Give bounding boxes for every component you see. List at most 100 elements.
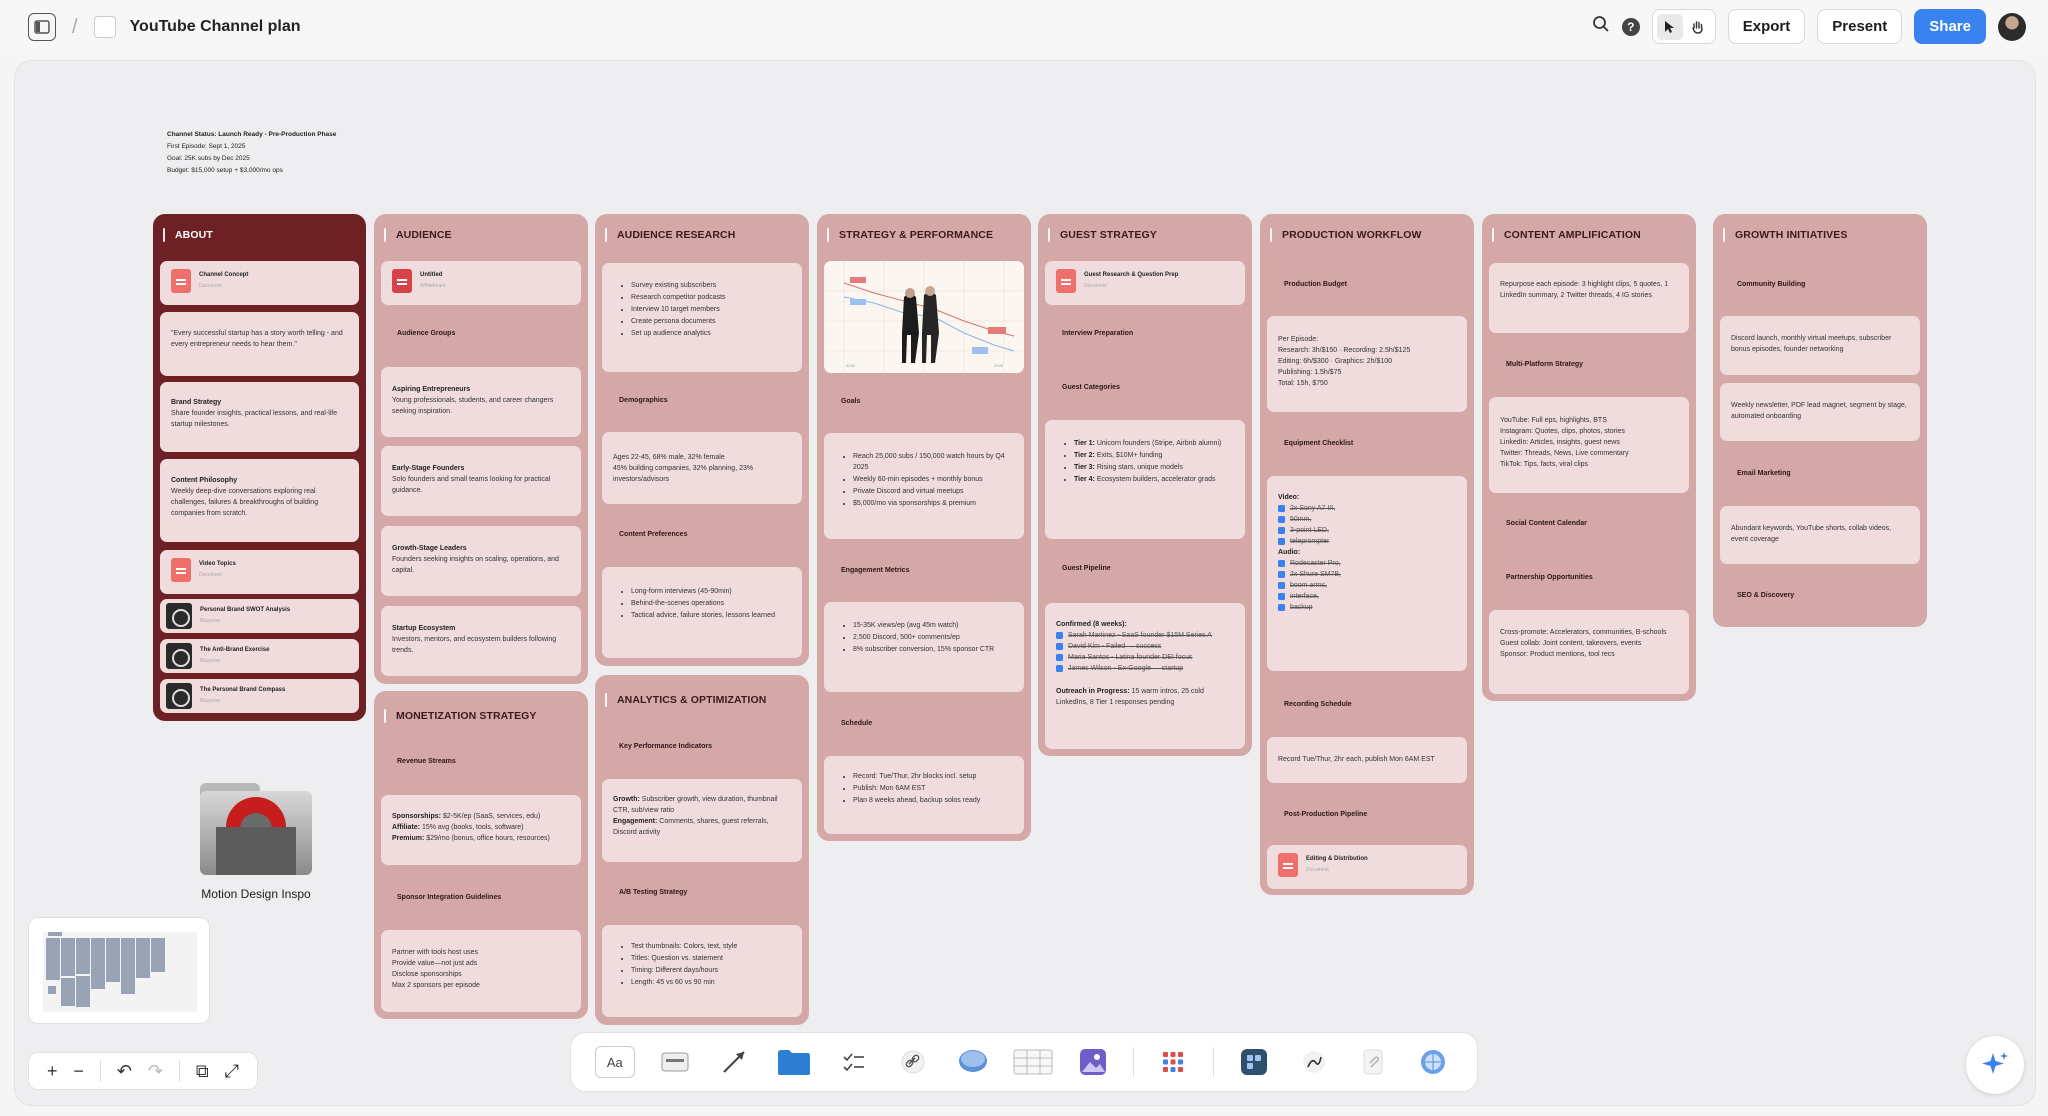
share-button[interactable]: Share [1914,9,1986,44]
checklist-item[interactable]: David Kim - Failed → success [1056,641,1234,652]
video-topics-doc[interactable]: Video Topics Document [160,550,359,594]
research-tasks-card[interactable]: Survey existing subscribers Research com… [602,263,802,372]
repurpose-card[interactable]: Repurpose each episode: 3 highlight clip… [1489,263,1689,333]
checklist-item[interactable]: boom arms, [1278,580,1456,591]
table-tool-icon[interactable] [1013,1046,1053,1078]
checkbox-checked[interactable] [1278,571,1285,578]
engagement-card[interactable]: 15-35K views/ep (avg 45m watch) 2,500 Di… [824,602,1024,692]
checklist-item[interactable]: Sarah Martinez - SaaS founder $15M Serie… [1056,630,1234,641]
image-tool-icon[interactable] [1073,1046,1113,1078]
checklist-item[interactable]: James Wilson - Ex-Google → startup [1056,663,1234,674]
audience-group-card[interactable]: Early-Stage Founders Solo founders and s… [381,446,581,516]
help-icon[interactable]: ? [1621,17,1640,36]
checklist-item[interactable]: 2x Sony A7 III, [1278,503,1456,514]
checkbox-checked[interactable] [1056,632,1063,639]
content-philosophy-card[interactable]: Content Philosophy Weekly deep-dive conv… [160,459,359,542]
community-card[interactable]: Discord launch, monthly virtual meetups,… [1720,316,1920,375]
multi-platform-card[interactable]: YouTube: Full eps, highlights, BTS Insta… [1489,397,1689,493]
untitled-whiteboard[interactable]: Untitled Whiteboard [381,261,581,305]
search-icon[interactable] [1592,15,1610,38]
blueprint-anti-brand[interactable]: The Anti-Brand Exercise Blueprint [160,639,359,673]
goals-card[interactable]: Reach 25,000 subs / 150,000 watch hours … [824,433,1024,539]
motion-design-folder[interactable] [200,783,312,875]
kpi-card[interactable]: Growth: Subscriber growth, view duration… [602,779,802,862]
budget-card[interactable]: Per Episode: Research: 3h/$150 · Recordi… [1267,316,1467,412]
widget-icon[interactable] [1234,1046,1274,1078]
comment-tool-icon[interactable] [953,1046,993,1078]
checkbox-checked[interactable] [1056,665,1063,672]
folder-tool-icon[interactable] [774,1046,814,1078]
brand-strategy-card[interactable]: Brand Strategy Share founder insights, p… [160,382,359,452]
checkbox-checked[interactable] [1278,538,1285,545]
channel-concept-doc[interactable]: Channel Concept Document [160,261,359,305]
list-item: Plan 8 weeks ahead, backup solos ready [853,795,1013,806]
checkbox-checked[interactable] [1278,516,1285,523]
fullscreen-icon[interactable]: ⤢ [225,1061,239,1082]
demographics-card[interactable]: Ages 22-45, 68% male, 32% female 45% bui… [602,432,802,504]
guest-categories-card[interactable]: Tier 1: Unicorn founders (Stripe, Airbnb… [1045,420,1245,539]
guest-pipeline-card[interactable]: Confirmed (8 weeks): Sarah Martinez - Sa… [1045,603,1245,749]
redo-icon[interactable]: ↷ [148,1061,163,1082]
ai-assistant-button[interactable] [1966,1036,2024,1094]
content-preferences-card[interactable]: Long-form interviews (45-90min) Behind-t… [602,567,802,658]
globe-tool-icon[interactable] [1413,1046,1453,1078]
checklist-item[interactable]: interface, [1278,591,1456,602]
checklist-tool-icon[interactable] [834,1046,874,1078]
strategy-image[interactable]: 2020 2025 [824,261,1024,373]
email-card[interactable]: Abundant keywords, YouTube shorts, colla… [1720,506,1920,564]
undo-icon[interactable]: ↶ [117,1061,132,1082]
link-tool-icon[interactable] [893,1046,933,1078]
audience-group-card[interactable]: Growth-Stage Leaders Founders seeking in… [381,526,581,596]
blueprint-swot[interactable]: Personal Brand SWOT Analysis Blueprint [160,599,359,633]
checklist-item[interactable]: backup [1278,602,1456,613]
zoom-out-icon[interactable]: − [73,1061,84,1082]
hand-icon[interactable] [1685,14,1711,40]
attachment-tool-icon[interactable] [1354,1046,1394,1078]
folder-label[interactable]: Motion Design Inspo [190,887,322,901]
minimap[interactable] [28,917,210,1024]
checklist-item[interactable]: 3-point LED, [1278,525,1456,536]
avatar[interactable] [1998,12,2026,41]
checklist-item[interactable]: 2x Shure SM7B, [1278,569,1456,580]
schedule-card[interactable]: Record: Tue/Thur, 2hr blocks incl. setup… [824,756,1024,834]
audience-group-card[interactable]: Startup Ecosystem Investors, mentors, an… [381,606,581,676]
checklist-item[interactable]: teleprompter [1278,536,1456,547]
checkbox-checked[interactable] [1056,643,1063,650]
text-tool-icon[interactable]: Aa [595,1046,635,1078]
card-tool-icon[interactable] [655,1046,695,1078]
arrow-tool-icon[interactable] [714,1046,754,1078]
partnership-card[interactable]: Cross-promote: Accelerators, communities… [1489,610,1689,694]
page-title[interactable]: YouTube Channel plan [130,18,301,36]
checkbox-checked[interactable] [1278,593,1285,600]
status-note[interactable]: Channel Status: Launch Ready - Pre-Produ… [167,129,336,177]
newsletter-card[interactable]: Weekly newsletter, PDF lead magnet, segm… [1720,383,1920,441]
checklist-item[interactable]: Rodecaster Pro, [1278,558,1456,569]
editing-distribution-doc[interactable]: Editing & Distribution Document [1267,845,1467,889]
quote-card[interactable]: "Every successful startup has a story wo… [160,312,359,376]
export-button[interactable]: Export [1727,9,1806,44]
checklist-item[interactable]: Maria Santos - Latina founder DEI focus [1056,652,1234,663]
checkbox-checked[interactable] [1278,582,1285,589]
checkbox-checked[interactable] [1278,604,1285,611]
checkbox-checked[interactable] [1278,505,1285,512]
fit-to-screen-icon[interactable]: ⧉ [196,1061,209,1082]
checklist-item[interactable]: 50mm, [1278,514,1456,525]
equipment-card[interactable]: Video: 2x Sony A7 III, 50mm, 3-point LED… [1267,476,1467,671]
checkbox-checked[interactable] [1278,527,1285,534]
checkbox-checked[interactable] [1278,560,1285,567]
checkbox-checked[interactable] [1056,654,1063,661]
apps-grid-icon[interactable] [1154,1046,1194,1078]
ab-testing-card[interactable]: Test thumbnails: Colors, text, style Tit… [602,925,802,1017]
present-button[interactable]: Present [1817,9,1903,44]
zoom-in-icon[interactable]: + [47,1061,58,1082]
guest-research-doc[interactable]: Guest Research & Question Prep Document [1045,261,1245,305]
pen-tool-icon[interactable] [1294,1046,1334,1078]
blueprint-compass[interactable]: The Personal Brand Compass Blueprint [160,679,359,713]
minimap-area[interactable] [43,932,197,1012]
revenue-card[interactable]: Sponsorships: $2-5K/ep (SaaS, services, … [381,795,581,865]
sidebar-toggle-icon[interactable] [28,13,56,41]
audience-group-card[interactable]: Aspiring Entrepreneurs Young professiona… [381,367,581,437]
recording-schedule-card[interactable]: Record Tue/Thur, 2hr each, publish Mon 6… [1267,737,1467,783]
cursor-icon[interactable] [1656,13,1683,40]
sponsor-guidelines-card[interactable]: Partner with tools host uses Provide val… [381,930,581,1012]
